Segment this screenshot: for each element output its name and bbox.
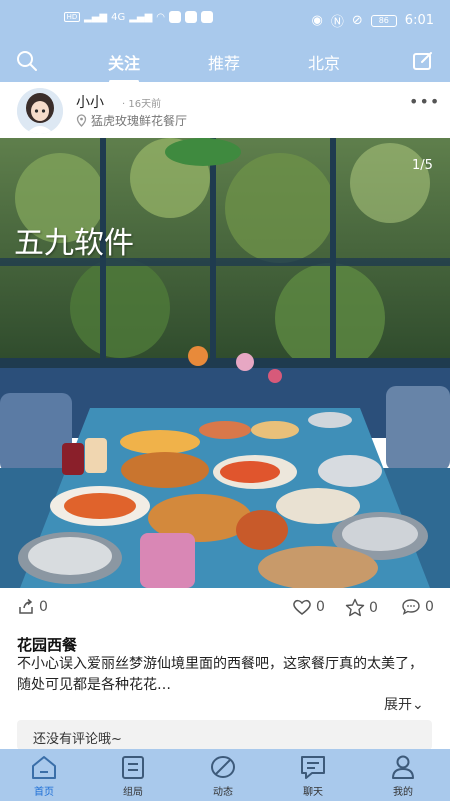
heart-icon (293, 599, 311, 615)
nav-moments-label: 动态 (213, 787, 233, 798)
nav-home-label: 首页 (34, 787, 54, 798)
app-notification-icon (169, 11, 182, 23)
comment-count: 0 (425, 599, 434, 615)
home-icon (32, 756, 56, 779)
comments-empty-state: 还没有评论哦~ (17, 720, 432, 750)
nav-group[interactable]: 组局 (103, 753, 163, 798)
bottom-nav: 首页 组局 动态 聊天 我的 (0, 749, 450, 801)
comment-button[interactable]: 0 (401, 598, 434, 616)
image-counter: 1/5 (412, 158, 433, 173)
post-body: 不小心误入爱丽丝梦游仙境里面的西餐吧，这家餐厅真的太美了，随处可见都是各种花花… (17, 656, 423, 693)
watermark-text: 五九软件 (14, 226, 134, 261)
mute-icon: ⊘ (351, 13, 363, 28)
post-actions: 0 0 0 0 (0, 592, 450, 626)
share-button[interactable]: 0 (17, 598, 48, 616)
favorite-count: 0 (369, 599, 378, 616)
post-image[interactable]: 1/5 五九软件 (0, 138, 450, 588)
nav-profile[interactable]: 我的 (373, 753, 433, 798)
leaf-icon (211, 756, 235, 778)
favorite-button[interactable]: 0 (345, 598, 378, 617)
signal2-icon: ▂▄▆ (129, 11, 153, 23)
post-location[interactable]: 猛虎玫瑰鲜花餐厅 (76, 112, 187, 129)
network-text: 4G (111, 11, 126, 23)
post-title: 花园西餐 (17, 636, 78, 654)
app-notification3-icon (201, 11, 214, 23)
post-time: · 16天前 (122, 99, 162, 110)
status-bar: HD ▂▄▆ 4G ▂▄▆ ◠ ◉ Ⓝ ⊘ 86 6:01 (0, 0, 450, 40)
restaurant-photo (0, 138, 450, 588)
sim-icon: HD (64, 12, 80, 22)
tab-beijing[interactable]: 北京 (308, 50, 340, 74)
wifi-icon: ◠ (156, 11, 166, 23)
compose-icon[interactable] (410, 48, 436, 74)
chevron-down-icon: ⌄ (412, 697, 424, 713)
search-icon[interactable] (14, 48, 40, 74)
share-count: 0 (39, 599, 48, 615)
header-nav: 关注 推荐 北京 (0, 44, 450, 80)
app-notification2-icon (185, 11, 198, 23)
comments-placeholder: 还没有评论哦~ (33, 732, 122, 747)
like-count: 0 (316, 599, 325, 615)
profile-icon (392, 755, 414, 779)
nav-group-label: 组局 (123, 787, 143, 798)
like-button[interactable]: 0 (292, 598, 325, 616)
post-header: 小小 · 16天前 猛虎玫瑰鲜花餐厅 ••• (0, 82, 450, 138)
nfc-icon: Ⓝ (330, 15, 344, 30)
top-bar: HD ▂▄▆ 4G ▂▄▆ ◠ ◉ Ⓝ ⊘ 86 6:01 关注 推荐 北京 (0, 0, 450, 82)
expand-button[interactable]: 展开⌄ (384, 694, 424, 714)
group-icon (122, 756, 144, 779)
location-label: 猛虎玫瑰鲜花餐厅 (91, 114, 188, 128)
tab-recommend[interactable]: 推荐 (208, 50, 240, 74)
nav-chat[interactable]: 聊天 (283, 753, 343, 798)
more-options-icon[interactable]: ••• (409, 92, 440, 111)
nav-chat-label: 聊天 (303, 787, 323, 798)
user-name[interactable]: 小小 (76, 92, 104, 112)
avatar[interactable] (17, 88, 63, 134)
eye-icon: ◉ (311, 13, 323, 28)
nav-profile-label: 我的 (393, 787, 413, 798)
expand-label: 展开 (384, 697, 412, 713)
nav-home[interactable]: 首页 (14, 753, 74, 798)
location-pin-icon (76, 114, 87, 127)
clock: 6:01 (404, 13, 434, 28)
star-icon (345, 598, 365, 617)
signal-icon: ▂▄▆ (84, 11, 108, 23)
nav-moments[interactable]: 动态 (193, 753, 253, 798)
chat-icon (301, 756, 325, 779)
tab-follow[interactable]: 关注 (108, 50, 140, 74)
share-icon (19, 598, 33, 614)
battery-icon: 86 (370, 14, 397, 27)
comment-icon (402, 599, 420, 615)
